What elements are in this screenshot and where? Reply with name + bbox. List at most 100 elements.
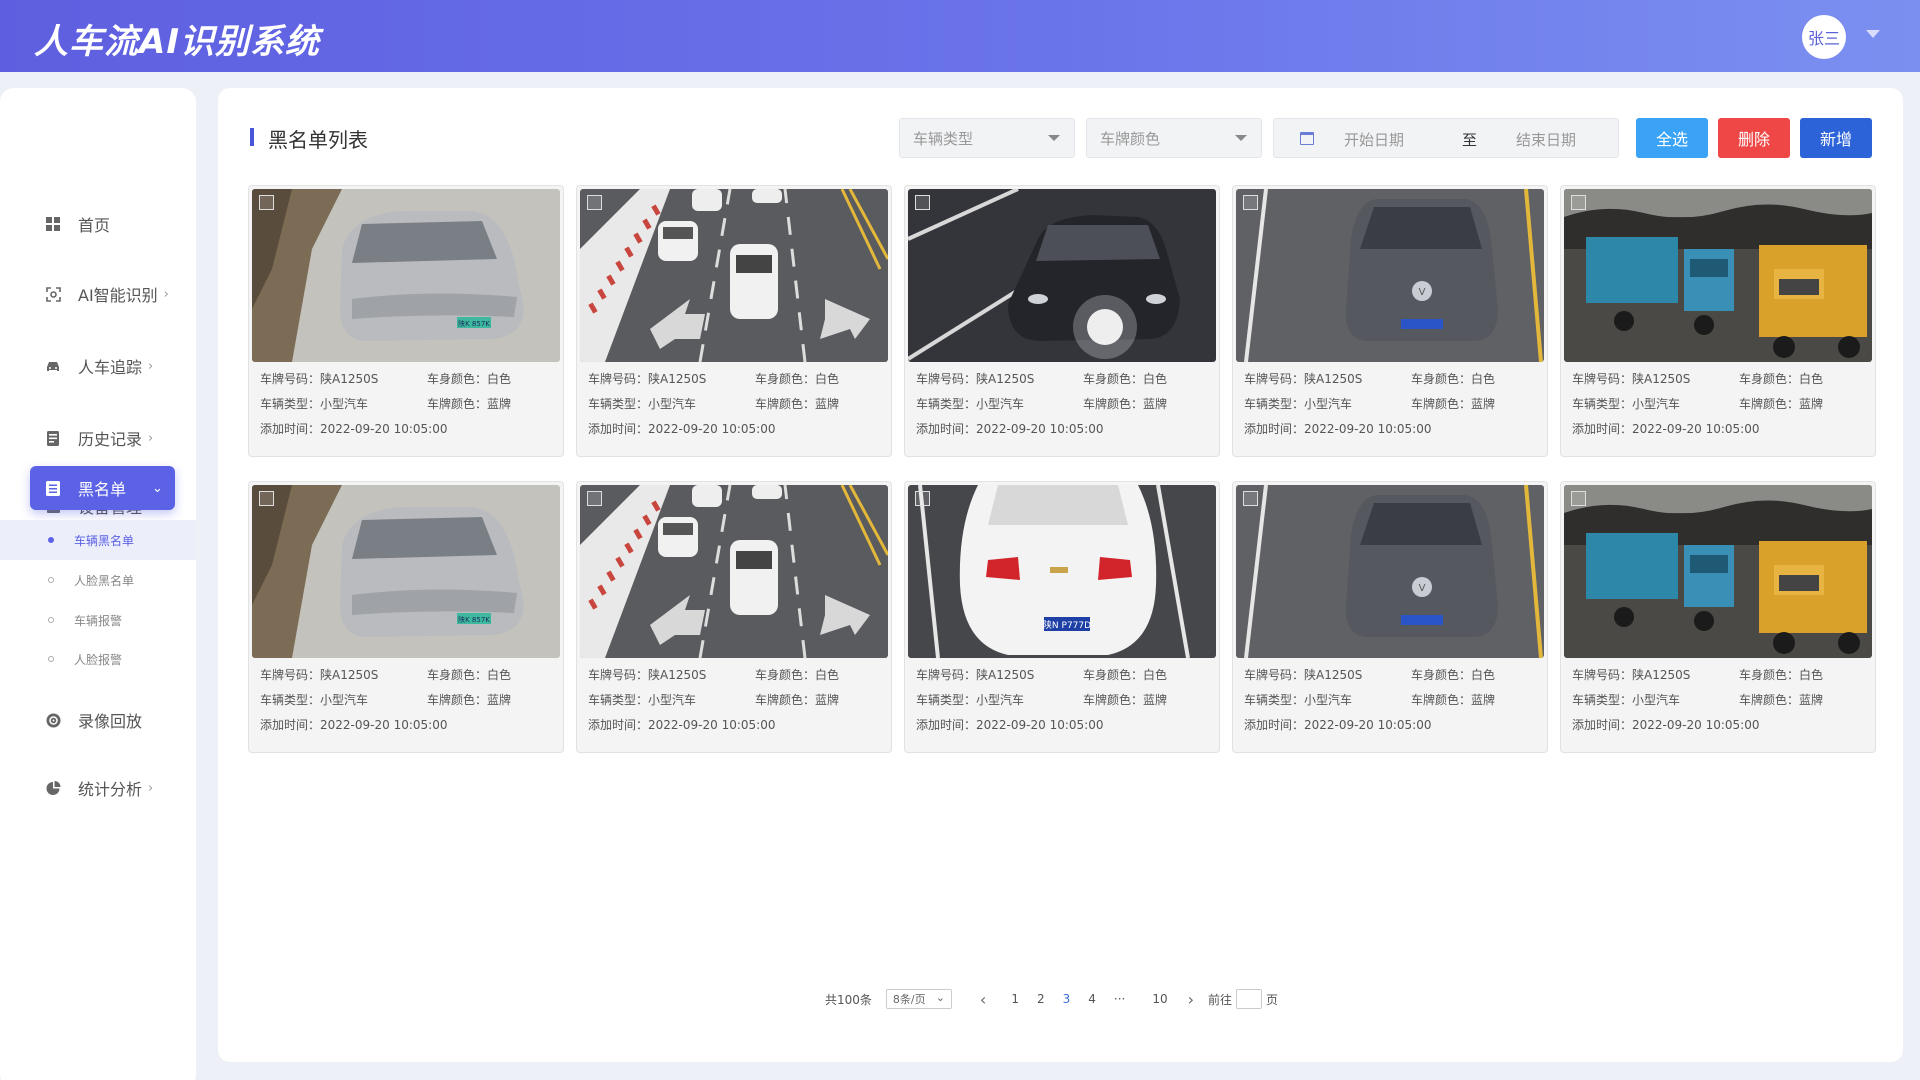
blacklist-card[interactable]: 车牌号码：陕A1250S 车身颜色：白色 车辆类型：小型汽车 车牌颜色：蓝牌 添… bbox=[904, 185, 1220, 457]
added-time: 添加时间：2022-09-20 10:05:00 bbox=[1244, 716, 1431, 733]
card-checkbox[interactable] bbox=[587, 195, 602, 210]
sidebar-subitem-face-alarm[interactable]: 人脸报警 bbox=[0, 639, 196, 679]
sidebar-item-label: 统计分析 bbox=[78, 780, 143, 799]
select-all-button[interactable]: 全选 bbox=[1636, 118, 1708, 158]
field-label: 车牌颜色： bbox=[427, 397, 488, 411]
page-number[interactable]: 2 bbox=[1037, 992, 1045, 1006]
field-label: 车身颜色： bbox=[1083, 372, 1144, 386]
start-date-input[interactable]: 开始日期 bbox=[1344, 129, 1404, 150]
card-checkbox[interactable] bbox=[259, 195, 274, 210]
field-value: 小型汽车 bbox=[1632, 397, 1681, 411]
field-label: 车牌颜色： bbox=[1083, 397, 1144, 411]
playback-icon bbox=[44, 711, 62, 729]
field-label: 车牌颜色： bbox=[1083, 693, 1144, 707]
plate-color-select[interactable]: 车牌颜色 bbox=[1086, 118, 1262, 158]
date-separator: 至 bbox=[1462, 131, 1478, 149]
field-value: 陕A1250S bbox=[976, 668, 1035, 682]
blacklist-card[interactable]: 车牌号码：陕A1250S 车身颜色：白色 车辆类型：小型汽车 车牌颜色：蓝牌 添… bbox=[1560, 185, 1876, 457]
sidebar-item-home[interactable]: 首页 bbox=[30, 202, 175, 246]
added-time: 添加时间：2022-09-20 10:05:00 bbox=[588, 420, 775, 437]
vehicle-type: 车辆类型：小型汽车 bbox=[1244, 395, 1352, 412]
sidebar-item-statistics[interactable]: 统计分析 › bbox=[30, 766, 175, 810]
bullet-icon bbox=[48, 617, 54, 623]
sidebar-item-blacklist[interactable]: 黑名单 ⌄ bbox=[30, 466, 175, 510]
sidebar-item-ai-recognition[interactable]: AI智能识别 › bbox=[30, 272, 175, 316]
bullet-icon bbox=[48, 656, 54, 662]
end-date-input[interactable]: 结束日期 bbox=[1516, 129, 1576, 150]
blacklist-card[interactable]: V 车牌号码：陕A1250S 车身颜色：白色 车辆类型：小型汽车 车牌颜色：蓝牌… bbox=[1232, 481, 1548, 753]
card-checkbox[interactable] bbox=[1243, 491, 1258, 506]
field-value: 陕A1250S bbox=[320, 668, 379, 682]
field-value: 白色 bbox=[487, 372, 512, 386]
sidebar-item-playback[interactable]: 录像回放 bbox=[30, 698, 175, 742]
field-value: 小型汽车 bbox=[1304, 693, 1353, 707]
plate-color-placeholder: 车牌颜色 bbox=[1100, 129, 1161, 148]
sidebar-item-history[interactable]: 历史记录 › bbox=[30, 416, 175, 460]
field-value: 白色 bbox=[1143, 668, 1168, 682]
card-checkbox[interactable] bbox=[915, 195, 930, 210]
prev-page-icon[interactable]: ‹ bbox=[980, 990, 986, 1009]
blacklist-card[interactable]: 陕N P777D 车牌号码：陕A1250S 车身颜色：白色 车辆类型：小型汽车 … bbox=[904, 481, 1220, 753]
field-label: 车牌颜色： bbox=[755, 693, 816, 707]
field-value: 蓝牌 bbox=[1143, 693, 1168, 707]
plate-number: 车牌号码：陕A1250S bbox=[1572, 370, 1690, 387]
goto-page-input[interactable] bbox=[1236, 989, 1263, 1009]
field-label: 添加时间： bbox=[588, 422, 649, 436]
sidebar-subitem-label: 车辆报警 bbox=[74, 613, 123, 628]
blacklist-card[interactable]: 车牌号码：陕A1250S 车身颜色：白色 车辆类型：小型汽车 车牌颜色：蓝牌 添… bbox=[576, 185, 892, 457]
chevron-right-icon: › bbox=[148, 358, 154, 374]
page-number[interactable]: 3 bbox=[1063, 992, 1071, 1006]
date-range-picker[interactable]: 开始日期 至 结束日期 bbox=[1273, 118, 1619, 158]
page-number[interactable]: 4 bbox=[1088, 992, 1096, 1006]
plate-color: 车牌颜色：蓝牌 bbox=[427, 395, 511, 412]
sidebar-subitem-face-blacklist[interactable]: 人脸黑名单 bbox=[0, 560, 196, 600]
card-checkbox[interactable] bbox=[1571, 195, 1586, 210]
field-value: 白色 bbox=[1471, 668, 1496, 682]
blacklist-card[interactable]: 陕K 857K 车牌号码：陕A1250S 车身颜色：白色 车辆类型：小型汽车 车… bbox=[248, 481, 564, 753]
blacklist-card[interactable]: 陕K 857K 车牌号码：陕A1250S 车身颜色：白色 车辆类型：小型汽车 车… bbox=[248, 185, 564, 457]
plate-number: 车牌号码：陕A1250S bbox=[588, 666, 706, 683]
page-size-select[interactable]: 8条/页 ⌄ bbox=[885, 989, 952, 1009]
chevron-right-icon: › bbox=[148, 430, 154, 446]
field-label: 车辆类型： bbox=[260, 397, 321, 411]
card-checkbox[interactable] bbox=[587, 491, 602, 506]
chevron-down-icon[interactable] bbox=[1866, 30, 1880, 38]
blacklist-card[interactable]: 车牌号码：陕A1250S 车身颜色：白色 车辆类型：小型汽车 车牌颜色：蓝牌 添… bbox=[576, 481, 892, 753]
card-checkbox[interactable] bbox=[1243, 195, 1258, 210]
vehicle-type-placeholder: 车辆类型 bbox=[913, 129, 974, 148]
app-title: 人车流AI识别系统 bbox=[34, 22, 320, 62]
card-checkbox[interactable] bbox=[915, 491, 930, 506]
field-value: 陕A1250S bbox=[648, 668, 707, 682]
delete-button[interactable]: 删除 bbox=[1718, 118, 1790, 158]
vehicle-photo: V bbox=[1236, 485, 1544, 658]
next-page-icon[interactable]: › bbox=[1188, 990, 1194, 1009]
vehicle-type-select[interactable]: 车辆类型 bbox=[899, 118, 1075, 158]
body-color: 车身颜色：白色 bbox=[1739, 370, 1823, 387]
sidebar-subitem-vehicle-blacklist[interactable]: 车辆黑名单 bbox=[0, 520, 196, 560]
field-value: 小型汽车 bbox=[1304, 397, 1353, 411]
field-value: 白色 bbox=[487, 668, 512, 682]
svg-text:陕N P777D: 陕N P777D bbox=[1043, 619, 1091, 631]
sidebar-subitem-label: 人脸报警 bbox=[74, 652, 123, 667]
vehicle-type: 车辆类型：小型汽车 bbox=[260, 395, 368, 412]
pagination-total: 共100条 bbox=[825, 992, 872, 1007]
field-value: 小型汽车 bbox=[976, 397, 1025, 411]
plate-color: 车牌颜色：蓝牌 bbox=[1411, 691, 1495, 708]
field-value: 蓝牌 bbox=[1799, 693, 1824, 707]
field-value: 2022-09-20 10:05:00 bbox=[1304, 422, 1432, 436]
blacklist-card[interactable]: V 车牌号码：陕A1250S 车身颜色：白色 车辆类型：小型汽车 车牌颜色：蓝牌… bbox=[1232, 185, 1548, 457]
field-label: 车牌号码： bbox=[260, 668, 321, 682]
card-checkbox[interactable] bbox=[1571, 491, 1586, 506]
sidebar-subitem-vehicle-alarm[interactable]: 车辆报警 bbox=[0, 600, 196, 640]
page-number[interactable]: 10 bbox=[1152, 992, 1167, 1006]
field-value: 2022-09-20 10:05:00 bbox=[320, 718, 448, 732]
field-label: 车辆类型： bbox=[1572, 397, 1633, 411]
sidebar-item-tracking[interactable]: 人车追踪 › bbox=[30, 344, 175, 388]
blacklist-card[interactable]: 车牌号码：陕A1250S 车身颜色：白色 车辆类型：小型汽车 车牌颜色：蓝牌 添… bbox=[1560, 481, 1876, 753]
add-button[interactable]: 新增 bbox=[1800, 118, 1872, 158]
sidebar-subitem-label: 车辆黑名单 bbox=[74, 533, 135, 548]
user-avatar[interactable]: 张三 bbox=[1802, 15, 1846, 59]
vehicle-type: 车辆类型：小型汽车 bbox=[1572, 691, 1680, 708]
page-number[interactable]: 1 bbox=[1011, 992, 1019, 1006]
card-checkbox[interactable] bbox=[259, 491, 274, 506]
